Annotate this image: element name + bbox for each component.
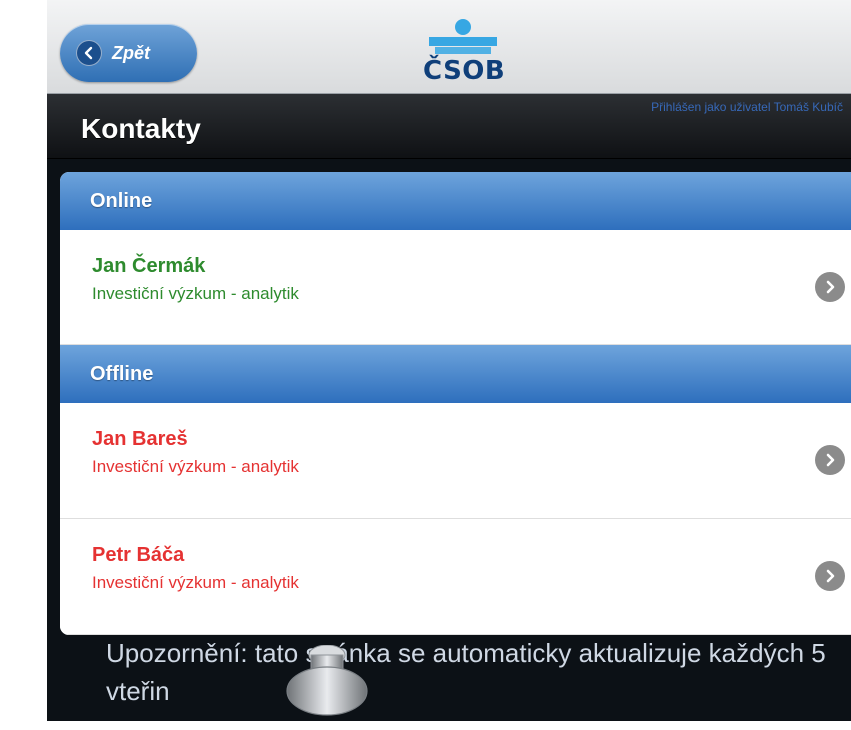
back-arrow-icon	[76, 40, 102, 66]
page-header: Kontakty Přihlášen jako uživatel Tomáš K…	[47, 94, 851, 159]
contact-row[interactable]: Jan Čermák Investiční výzkum - analytik	[60, 230, 851, 345]
contact-role: Investiční výzkum - analytik	[92, 573, 299, 592]
app-screen: Zpět ČSOB Kontakty Přihlášen jako uživat…	[47, 0, 851, 721]
bank-logo-icon: ČSOB	[423, 18, 506, 88]
contact-role: Investiční výzkum - analytik	[92, 457, 299, 476]
auto-refresh-notice: Upozornění: tato stránka se automaticky …	[106, 638, 826, 706]
chevron-right-icon	[815, 272, 845, 302]
chevron-right-icon	[815, 561, 845, 591]
touch-pointer-icon	[286, 644, 368, 725]
login-info-link[interactable]: Přihlášen jako uživatel Tomáš Kubíč	[651, 100, 843, 114]
contact-name: Petr Báča	[92, 544, 185, 566]
page-title: Kontakty	[81, 113, 201, 144]
contact-role: Investiční výzkum - analytik	[92, 284, 299, 303]
contact-name: Jan Bareš	[92, 428, 188, 450]
back-button[interactable]: Zpět	[60, 24, 197, 82]
logo-text: ČSOB	[423, 56, 506, 86]
contact-row[interactable]: Jan Bareš Investiční výzkum - analytik	[60, 403, 851, 519]
chevron-right-icon	[815, 445, 845, 475]
back-button-label: Zpět	[112, 42, 150, 63]
top-toolbar: Zpět ČSOB	[47, 0, 851, 94]
section-divider-offline: Offline	[60, 345, 851, 403]
contact-row[interactable]: Petr Báča Investiční výzkum - analytik	[60, 519, 851, 635]
section-divider-online: Online	[60, 172, 851, 230]
contact-name: Jan Čermák	[92, 255, 206, 277]
contacts-list: Online Jan Čermák Investiční výzkum - an…	[60, 172, 851, 635]
